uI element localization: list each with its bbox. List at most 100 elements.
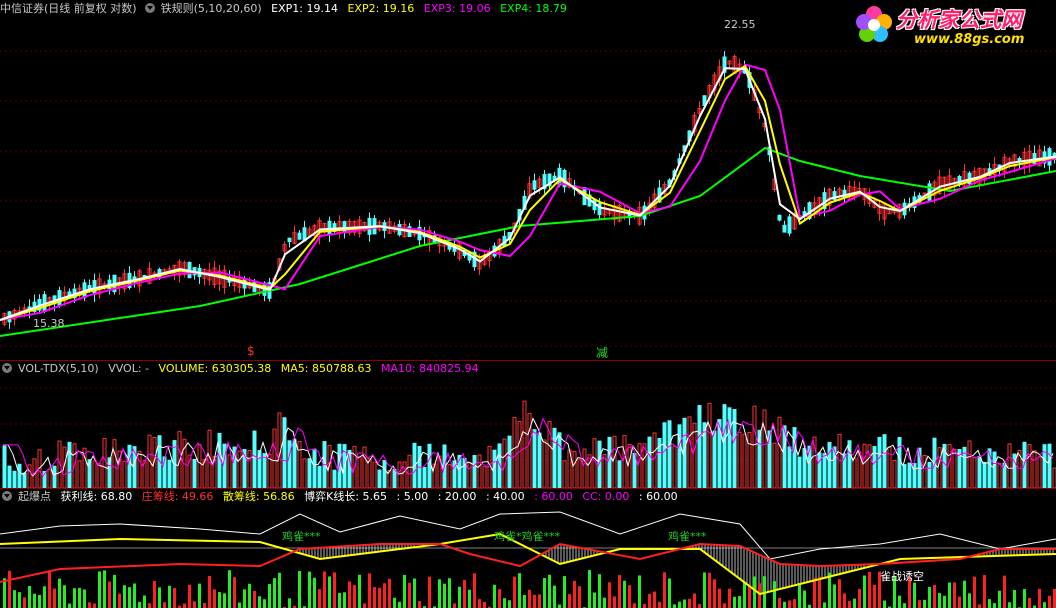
volume-bar bbox=[482, 466, 487, 488]
volume-bar bbox=[527, 413, 532, 488]
volume-bar bbox=[427, 443, 432, 488]
volume-bar bbox=[27, 464, 32, 488]
signal-bar bbox=[938, 593, 941, 608]
signal-bar bbox=[853, 598, 856, 608]
bottom-header: 起爆点 获利线: 68.80 庄筹线: 49.66 散筹线: 56.86 博弈K… bbox=[0, 490, 684, 504]
signal-bar bbox=[1043, 602, 1046, 608]
volume-bar bbox=[512, 417, 517, 488]
signal-bar bbox=[638, 575, 641, 608]
signal-bar bbox=[438, 579, 441, 608]
signal-bar bbox=[288, 598, 291, 608]
signal-bar bbox=[623, 580, 626, 608]
signal-bar bbox=[993, 603, 996, 608]
signal-bar bbox=[673, 604, 676, 608]
signal-bar bbox=[548, 574, 551, 608]
signal-bar bbox=[898, 595, 901, 608]
signal-bar bbox=[233, 577, 236, 608]
volume-bar bbox=[697, 405, 702, 488]
volume-bar bbox=[1007, 443, 1012, 488]
volume-bar bbox=[397, 461, 402, 488]
signal-bar bbox=[458, 586, 461, 608]
signal-bar bbox=[538, 594, 541, 608]
signal-bar bbox=[593, 592, 596, 608]
volume-bar bbox=[17, 463, 22, 488]
signal-bar bbox=[973, 576, 976, 608]
signal-bar bbox=[633, 603, 636, 608]
signal-bar bbox=[348, 581, 351, 608]
signal-bar bbox=[698, 604, 701, 608]
volume-bar bbox=[317, 465, 322, 488]
signal-bar bbox=[743, 581, 746, 608]
signal-bar bbox=[203, 603, 206, 608]
bottom-indicator-name[interactable]: 起爆点 bbox=[18, 490, 51, 503]
exp1-value: EXP1: 19.14 bbox=[271, 2, 338, 15]
signal-bar bbox=[343, 592, 346, 608]
signal-bar bbox=[883, 600, 886, 608]
signal-bar bbox=[83, 589, 86, 608]
main-indicator-name[interactable]: 铁规则(5,10,20,60) bbox=[161, 2, 262, 15]
signal-bar bbox=[598, 574, 601, 608]
candle bbox=[297, 232, 302, 240]
volume-bar bbox=[122, 460, 127, 488]
signal-bar bbox=[23, 597, 26, 608]
volume-bar bbox=[357, 456, 362, 488]
volume-bar bbox=[747, 431, 752, 488]
indicator-menu-icon[interactable] bbox=[144, 3, 155, 13]
signal-bar bbox=[823, 602, 826, 608]
volume-ma5: MA5: 850788.63 bbox=[280, 362, 372, 375]
volume-ma10: MA10: 840825.94 bbox=[380, 362, 479, 375]
signal-bar bbox=[273, 578, 276, 608]
signal-bar bbox=[528, 589, 531, 608]
volume-bar bbox=[302, 458, 307, 488]
signal-bar bbox=[813, 577, 816, 608]
jique-label-2: 鸡雀*鸡雀*** bbox=[494, 530, 560, 543]
volume-bar bbox=[827, 441, 832, 488]
signal-bar bbox=[173, 588, 176, 608]
indicator-chart[interactable] bbox=[0, 504, 1056, 608]
signal-bar bbox=[783, 601, 786, 608]
signal-bar bbox=[693, 593, 696, 608]
volume-bar bbox=[237, 450, 242, 488]
volume-chart[interactable] bbox=[0, 376, 1056, 488]
volume-bar bbox=[112, 439, 117, 488]
signal-bar bbox=[848, 600, 851, 608]
signal-bar bbox=[923, 599, 926, 608]
volume-bar bbox=[447, 464, 452, 488]
signal-bar bbox=[98, 571, 101, 608]
signal-bar bbox=[68, 603, 71, 608]
volume-bar bbox=[912, 462, 917, 488]
signal-bar bbox=[773, 581, 776, 608]
signal-bar bbox=[573, 580, 576, 608]
volume-bar bbox=[192, 458, 197, 488]
volume-bar bbox=[907, 462, 912, 488]
volume-bar bbox=[97, 463, 102, 488]
signal-bar bbox=[568, 594, 571, 608]
signal-bar bbox=[953, 582, 956, 608]
signal-bar bbox=[148, 603, 151, 608]
signal-bar bbox=[198, 583, 201, 608]
level-20: : 20.00 bbox=[437, 490, 477, 503]
volume-bar bbox=[287, 440, 292, 488]
volume-indicator-name[interactable]: VOL-TDX(5,10) bbox=[18, 362, 99, 375]
level-40: : 40.00 bbox=[485, 490, 525, 503]
volume-bar bbox=[217, 432, 222, 488]
volume-bar bbox=[422, 466, 427, 488]
level-60: : 60.00 bbox=[534, 490, 573, 503]
bottom-menu-icon[interactable] bbox=[2, 491, 12, 501]
stock-title[interactable]: 中信证券(日线 前复权 对数) bbox=[0, 2, 137, 15]
volume-bar bbox=[407, 454, 412, 488]
volume-bar bbox=[312, 448, 317, 488]
signal-bar bbox=[998, 590, 1001, 608]
signal-bar bbox=[1023, 589, 1026, 608]
volume-bar bbox=[562, 460, 567, 488]
signal-bar bbox=[728, 588, 731, 608]
volume-bar bbox=[477, 454, 482, 488]
cc-value: CC: 0.00 bbox=[582, 490, 630, 503]
signal-bar bbox=[118, 593, 121, 608]
signal-bar bbox=[483, 601, 486, 608]
price-chart[interactable] bbox=[0, 16, 1056, 360]
volume-menu-icon[interactable] bbox=[2, 363, 12, 373]
volume-bar bbox=[137, 450, 142, 488]
signal-bar bbox=[238, 602, 241, 608]
signal-bar bbox=[258, 596, 261, 608]
